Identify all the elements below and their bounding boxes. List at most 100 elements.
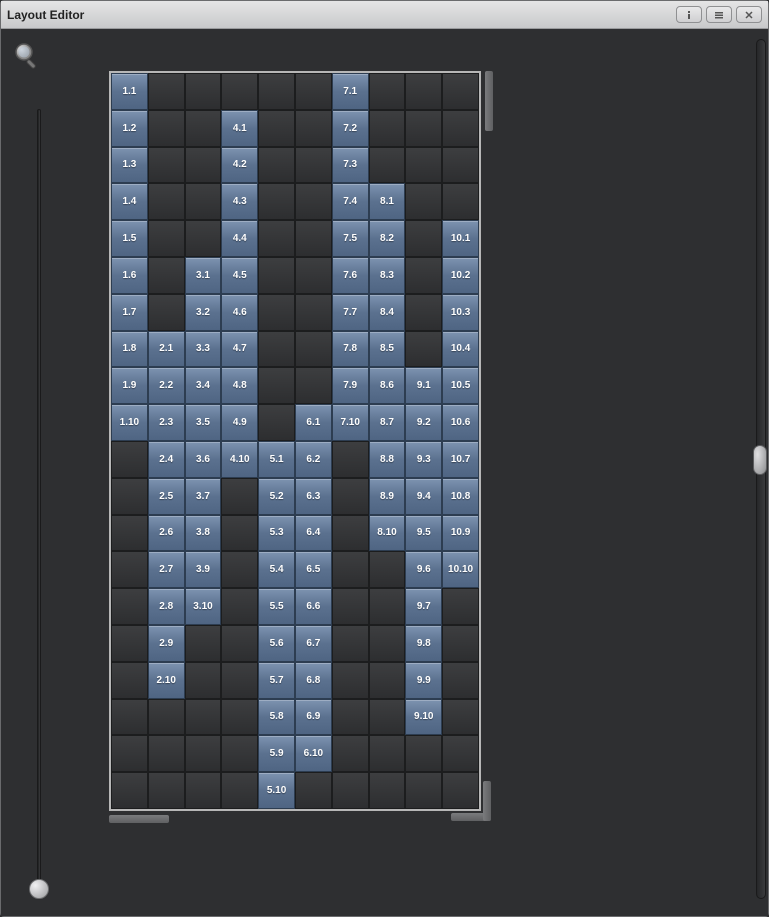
grid-cell-empty[interactable] (221, 662, 258, 699)
grid-cell-empty[interactable] (148, 735, 185, 772)
grid-cell-5.1[interactable]: 5.1 (258, 441, 295, 478)
grid-cell-empty[interactable] (405, 147, 442, 184)
grid-cell-5.5[interactable]: 5.5 (258, 588, 295, 625)
grid-cell-10.4[interactable]: 10.4 (442, 331, 479, 368)
grid-cell-empty[interactable] (258, 404, 295, 441)
grid-cell-4.8[interactable]: 4.8 (221, 367, 258, 404)
grid-cell-6.1[interactable]: 6.1 (295, 404, 332, 441)
grid-cell-3.1[interactable]: 3.1 (185, 257, 222, 294)
grid-cell-empty[interactable] (405, 110, 442, 147)
grid-cell-empty[interactable] (221, 625, 258, 662)
grid-cell-7.2[interactable]: 7.2 (332, 110, 369, 147)
grid-cell-7.4[interactable]: 7.4 (332, 183, 369, 220)
grid-cell-8.7[interactable]: 8.7 (369, 404, 406, 441)
grid-cell-1.7[interactable]: 1.7 (111, 294, 148, 331)
grid-cell-5.8[interactable]: 5.8 (258, 699, 295, 736)
grid-cell-7.8[interactable]: 7.8 (332, 331, 369, 368)
grid-cell-empty[interactable] (295, 331, 332, 368)
grid-cell-empty[interactable] (442, 625, 479, 662)
menu-button[interactable] (706, 6, 732, 23)
grid-cell-empty[interactable] (258, 147, 295, 184)
grid-cell-empty[interactable] (148, 183, 185, 220)
grid-cell-8.9[interactable]: 8.9 (369, 478, 406, 515)
grid-cell-empty[interactable] (111, 699, 148, 736)
grid-cell-empty[interactable] (442, 662, 479, 699)
grid-cell-empty[interactable] (185, 73, 222, 110)
grid-cell-1.4[interactable]: 1.4 (111, 183, 148, 220)
grid-cell-empty[interactable] (258, 220, 295, 257)
grid-cell-empty[interactable] (258, 367, 295, 404)
grid-cell-empty[interactable] (442, 110, 479, 147)
grid-cell-8.6[interactable]: 8.6 (369, 367, 406, 404)
grid-cell-6.10[interactable]: 6.10 (295, 735, 332, 772)
grid-cell-empty[interactable] (258, 73, 295, 110)
grid-cell-4.3[interactable]: 4.3 (221, 183, 258, 220)
grid-cell-empty[interactable] (221, 699, 258, 736)
grid-cell-empty[interactable] (369, 662, 406, 699)
grid-cell-6.2[interactable]: 6.2 (295, 441, 332, 478)
grid-cell-empty[interactable] (295, 367, 332, 404)
grid-cell-empty[interactable] (185, 183, 222, 220)
grid-cell-5.4[interactable]: 5.4 (258, 551, 295, 588)
info-button[interactable] (676, 6, 702, 23)
grid-cell-empty[interactable] (369, 147, 406, 184)
grid-cell-empty[interactable] (405, 220, 442, 257)
grid-cell-3.10[interactable]: 3.10 (185, 588, 222, 625)
grid-cell-6.3[interactable]: 6.3 (295, 478, 332, 515)
vertical-scrollbar[interactable] (756, 39, 766, 899)
grid-cell-9.3[interactable]: 9.3 (405, 441, 442, 478)
grid-cell-empty[interactable] (185, 220, 222, 257)
grid-cell-5.3[interactable]: 5.3 (258, 515, 295, 552)
ruler-bottom-left[interactable] (109, 815, 169, 823)
grid-cell-empty[interactable] (221, 73, 258, 110)
grid-cell-empty[interactable] (369, 772, 406, 809)
grid-cell-3.8[interactable]: 3.8 (185, 515, 222, 552)
grid-cell-empty[interactable] (111, 735, 148, 772)
grid-cell-empty[interactable] (185, 772, 222, 809)
grid-cell-5.9[interactable]: 5.9 (258, 735, 295, 772)
grid-cell-empty[interactable] (111, 588, 148, 625)
grid-cell-empty[interactable] (111, 772, 148, 809)
grid-cell-empty[interactable] (332, 551, 369, 588)
grid-cell-empty[interactable] (332, 441, 369, 478)
grid-cell-8.1[interactable]: 8.1 (369, 183, 406, 220)
grid-cell-4.1[interactable]: 4.1 (221, 110, 258, 147)
grid-cell-9.6[interactable]: 9.6 (405, 551, 442, 588)
grid-cell-8.4[interactable]: 8.4 (369, 294, 406, 331)
grid-cell-empty[interactable] (185, 735, 222, 772)
grid-cell-1.1[interactable]: 1.1 (111, 73, 148, 110)
grid-cell-empty[interactable] (111, 441, 148, 478)
grid-cell-3.7[interactable]: 3.7 (185, 478, 222, 515)
grid-cell-empty[interactable] (258, 183, 295, 220)
grid-cell-empty[interactable] (295, 220, 332, 257)
grid-cell-6.9[interactable]: 6.9 (295, 699, 332, 736)
grid-cell-empty[interactable] (148, 110, 185, 147)
grid-cell-5.7[interactable]: 5.7 (258, 662, 295, 699)
grid-cell-4.2[interactable]: 4.2 (221, 147, 258, 184)
grid-cell-empty[interactable] (111, 478, 148, 515)
grid-cell-3.4[interactable]: 3.4 (185, 367, 222, 404)
grid-cell-empty[interactable] (405, 183, 442, 220)
grid-cell-4.10[interactable]: 4.10 (221, 441, 258, 478)
grid-cell-4.5[interactable]: 4.5 (221, 257, 258, 294)
slider-thumb[interactable] (29, 879, 49, 899)
grid-cell-empty[interactable] (442, 699, 479, 736)
grid-cell-empty[interactable] (185, 625, 222, 662)
grid-cell-empty[interactable] (442, 735, 479, 772)
grid-cell-3.5[interactable]: 3.5 (185, 404, 222, 441)
grid-cell-empty[interactable] (221, 588, 258, 625)
grid-cell-3.3[interactable]: 3.3 (185, 331, 222, 368)
grid-cell-empty[interactable] (185, 147, 222, 184)
grid-cell-5.6[interactable]: 5.6 (258, 625, 295, 662)
grid-cell-8.2[interactable]: 8.2 (369, 220, 406, 257)
grid-cell-3.9[interactable]: 3.9 (185, 551, 222, 588)
grid-cell-7.6[interactable]: 7.6 (332, 257, 369, 294)
grid-cell-1.8[interactable]: 1.8 (111, 331, 148, 368)
grid-cell-10.5[interactable]: 10.5 (442, 367, 479, 404)
grid-cell-empty[interactable] (405, 735, 442, 772)
grid-cell-empty[interactable] (185, 110, 222, 147)
grid-cell-2.6[interactable]: 2.6 (148, 515, 185, 552)
grid-cell-10.2[interactable]: 10.2 (442, 257, 479, 294)
grid-cell-empty[interactable] (405, 73, 442, 110)
grid-cell-4.9[interactable]: 4.9 (221, 404, 258, 441)
